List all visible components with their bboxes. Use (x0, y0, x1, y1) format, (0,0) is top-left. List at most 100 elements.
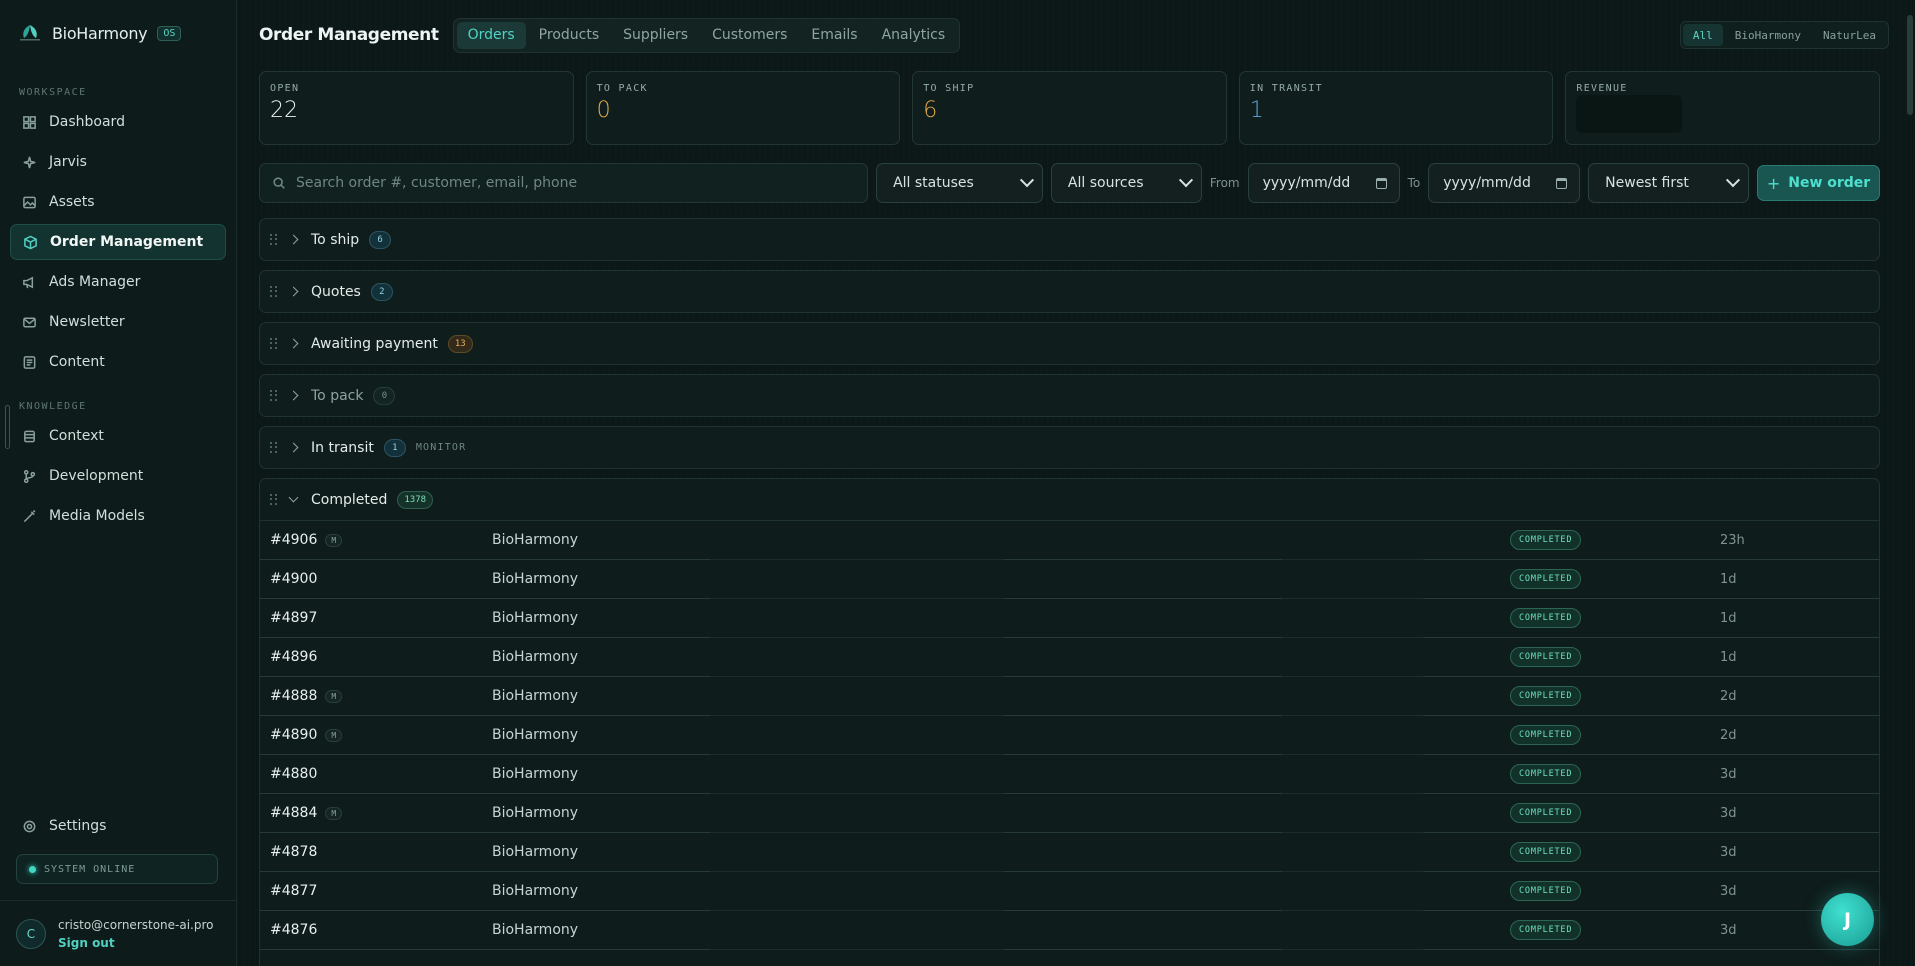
sidebar-item-order-management[interactable]: Order Management (10, 224, 226, 260)
order-number-cell[interactable]: #4878 (270, 844, 317, 860)
store-cell: BioHarmony (492, 532, 579, 548)
from-date-input[interactable]: yyyy/mm/dd (1247, 163, 1400, 203)
sidebar-scroll-handle[interactable] (5, 405, 10, 449)
table-row[interactable]: #4880 BioHarmony COMPLETED 3d (260, 755, 1879, 794)
manual-badge: M (325, 689, 343, 703)
table-row[interactable]: #4906 M BioHarmony COMPLETED 23h (260, 521, 1879, 560)
stat-to-pack[interactable]: TO PACK 0 (585, 71, 901, 145)
group-awaiting-payment[interactable]: Awaiting payment 13 (259, 322, 1880, 365)
table-row[interactable]: #4897 BioHarmony COMPLETED 1d (260, 599, 1879, 638)
completed-header[interactable]: Completed 1378 (260, 479, 1879, 521)
status-select[interactable]: All statuses (876, 163, 1043, 203)
sidebar-item-jarvis[interactable]: Jarvis (10, 144, 226, 180)
calendar-icon[interactable] (1375, 177, 1387, 189)
order-number-cell[interactable]: #4890 M (270, 727, 343, 743)
group-title: To ship (311, 231, 360, 248)
sidebar-item-label: Dashboard (49, 114, 125, 130)
table-row[interactable]: #4896 BioHarmony COMPLETED 1d (260, 638, 1879, 677)
stat-open[interactable]: OPEN 22 (259, 71, 574, 145)
chevron-right-icon[interactable] (288, 390, 299, 401)
group-to-pack[interactable]: To pack 0 (259, 374, 1880, 417)
calendar-icon[interactable] (1556, 177, 1568, 189)
source-select[interactable]: All sources (1050, 163, 1202, 203)
tab-emails[interactable]: Emails (800, 22, 868, 49)
group-to-ship[interactable]: To ship 6 (259, 218, 1880, 261)
drag-handle-icon[interactable] (270, 337, 278, 350)
avatar[interactable]: C (16, 918, 46, 949)
drag-handle-icon[interactable] (270, 441, 278, 454)
sidebar-item-content[interactable]: Content (10, 344, 226, 380)
table-row[interactable]: #4876 BioHarmony COMPLETED 3d (260, 911, 1879, 950)
chevron-right-icon[interactable] (288, 442, 299, 453)
assistant-button[interactable]: J (1821, 893, 1874, 946)
status-dot-icon (29, 865, 36, 873)
order-number-cell[interactable]: #4900 (270, 571, 317, 587)
drag-handle-icon[interactable] (270, 493, 278, 506)
table-row[interactable]: #4877 BioHarmony COMPLETED 3d (260, 872, 1879, 911)
page-title: Order Management (259, 25, 439, 45)
stats-row: OPEN 22 TO PACK 0 TO SHIP 6 IN TRANSIT 1… (259, 71, 1880, 145)
chevron-right-icon[interactable] (288, 338, 299, 349)
drag-handle-icon[interactable] (270, 285, 278, 298)
stat-label: OPEN (270, 83, 300, 94)
new-order-button[interactable]: + New order (1757, 165, 1881, 201)
table-row[interactable]: #4888 M BioHarmony COMPLETED 2d (260, 677, 1879, 716)
sidebar-item-ads-manager[interactable]: Ads Manager (10, 264, 226, 300)
order-number-cell[interactable]: #4877 (270, 883, 317, 899)
order-number-cell[interactable]: #4897 (270, 610, 317, 626)
search-placeholder: Search order #, customer, email, phone (296, 175, 578, 191)
store-option-naturlea[interactable]: NaturLea (1813, 24, 1886, 46)
stat-revenue[interactable]: REVENUE (1565, 71, 1880, 145)
order-number: #4900 (270, 571, 318, 587)
tab-customers[interactable]: Customers (701, 22, 798, 49)
table-row[interactable]: #4878 BioHarmony COMPLETED 3d (260, 833, 1879, 872)
stat-value: 1 (1249, 98, 1264, 123)
order-number-cell[interactable]: #4884 M (270, 805, 343, 821)
order-number-cell[interactable]: #4876 (270, 922, 317, 938)
sidebar-item-media-models[interactable]: Media Models (10, 498, 226, 534)
table-row[interactable]: #4890 M BioHarmony COMPLETED 2d (260, 716, 1879, 755)
stat-value: 0 (596, 98, 611, 123)
status-badge: COMPLETED (1510, 881, 1582, 901)
stat-in-transit[interactable]: IN TRANSIT 1 (1238, 71, 1554, 145)
order-number-cell[interactable]: #4888 M (270, 688, 343, 704)
order-number-cell[interactable]: #4896 (270, 649, 317, 665)
stat-to-ship[interactable]: TO SHIP 6 (912, 71, 1227, 145)
order-number-cell[interactable]: #4906 M (270, 532, 343, 548)
sidebar-item-assets[interactable]: Assets (10, 184, 226, 220)
chevron-right-icon[interactable] (288, 234, 299, 245)
store-cell: BioHarmony (492, 922, 579, 938)
drag-handle-icon[interactable] (270, 233, 278, 246)
status-badge: COMPLETED (1510, 842, 1582, 862)
sidebar-item-context[interactable]: Context (10, 418, 226, 454)
table-row[interactable]: #4900 BioHarmony COMPLETED 1d (260, 560, 1879, 599)
table-row[interactable]: #4884 M BioHarmony COMPLETED 3d (260, 794, 1879, 833)
revenue-hidden-value[interactable] (1576, 95, 1683, 133)
tab-suppliers[interactable]: Suppliers (612, 22, 699, 49)
order-number-cell[interactable]: #4880 (270, 766, 317, 782)
search-input[interactable]: Search order #, customer, email, phone (259, 163, 869, 203)
order-number: #4877 (270, 883, 318, 899)
sidebar-item-dashboard[interactable]: Dashboard (10, 104, 226, 140)
sidebar-item-newsletter[interactable]: Newsletter (10, 304, 226, 340)
completed-orders-list: #4906 M BioHarmony COMPLETED 23h #4900 Bi… (260, 521, 1879, 950)
chevron-down-icon[interactable] (288, 492, 299, 503)
to-date-input[interactable]: yyyy/mm/dd (1428, 163, 1581, 203)
chevron-right-icon[interactable] (288, 286, 299, 297)
tab-products[interactable]: Products (528, 22, 610, 49)
sign-out-link[interactable]: Sign out (58, 936, 214, 950)
row-divider (260, 949, 710, 950)
store-option-all[interactable]: All (1682, 24, 1723, 46)
tab-orders[interactable]: Orders (456, 21, 526, 49)
sidebar-item-settings[interactable]: Settings (10, 808, 226, 844)
sidebar-item-development[interactable]: Development (10, 458, 226, 494)
sort-select[interactable]: Newest first (1588, 163, 1750, 203)
group-quotes[interactable]: Quotes 2 (259, 270, 1880, 313)
tab-analytics[interactable]: Analytics (871, 22, 957, 49)
to-label: To (1407, 176, 1421, 190)
store-option-bioharmony[interactable]: BioHarmony (1725, 24, 1811, 46)
group-in-transit[interactable]: In transit 1 MONITOR (259, 426, 1880, 469)
page-scrollbar[interactable] (1907, 15, 1913, 115)
drag-handle-icon[interactable] (270, 389, 278, 402)
brand[interactable]: BioHarmony OS (0, 0, 236, 66)
